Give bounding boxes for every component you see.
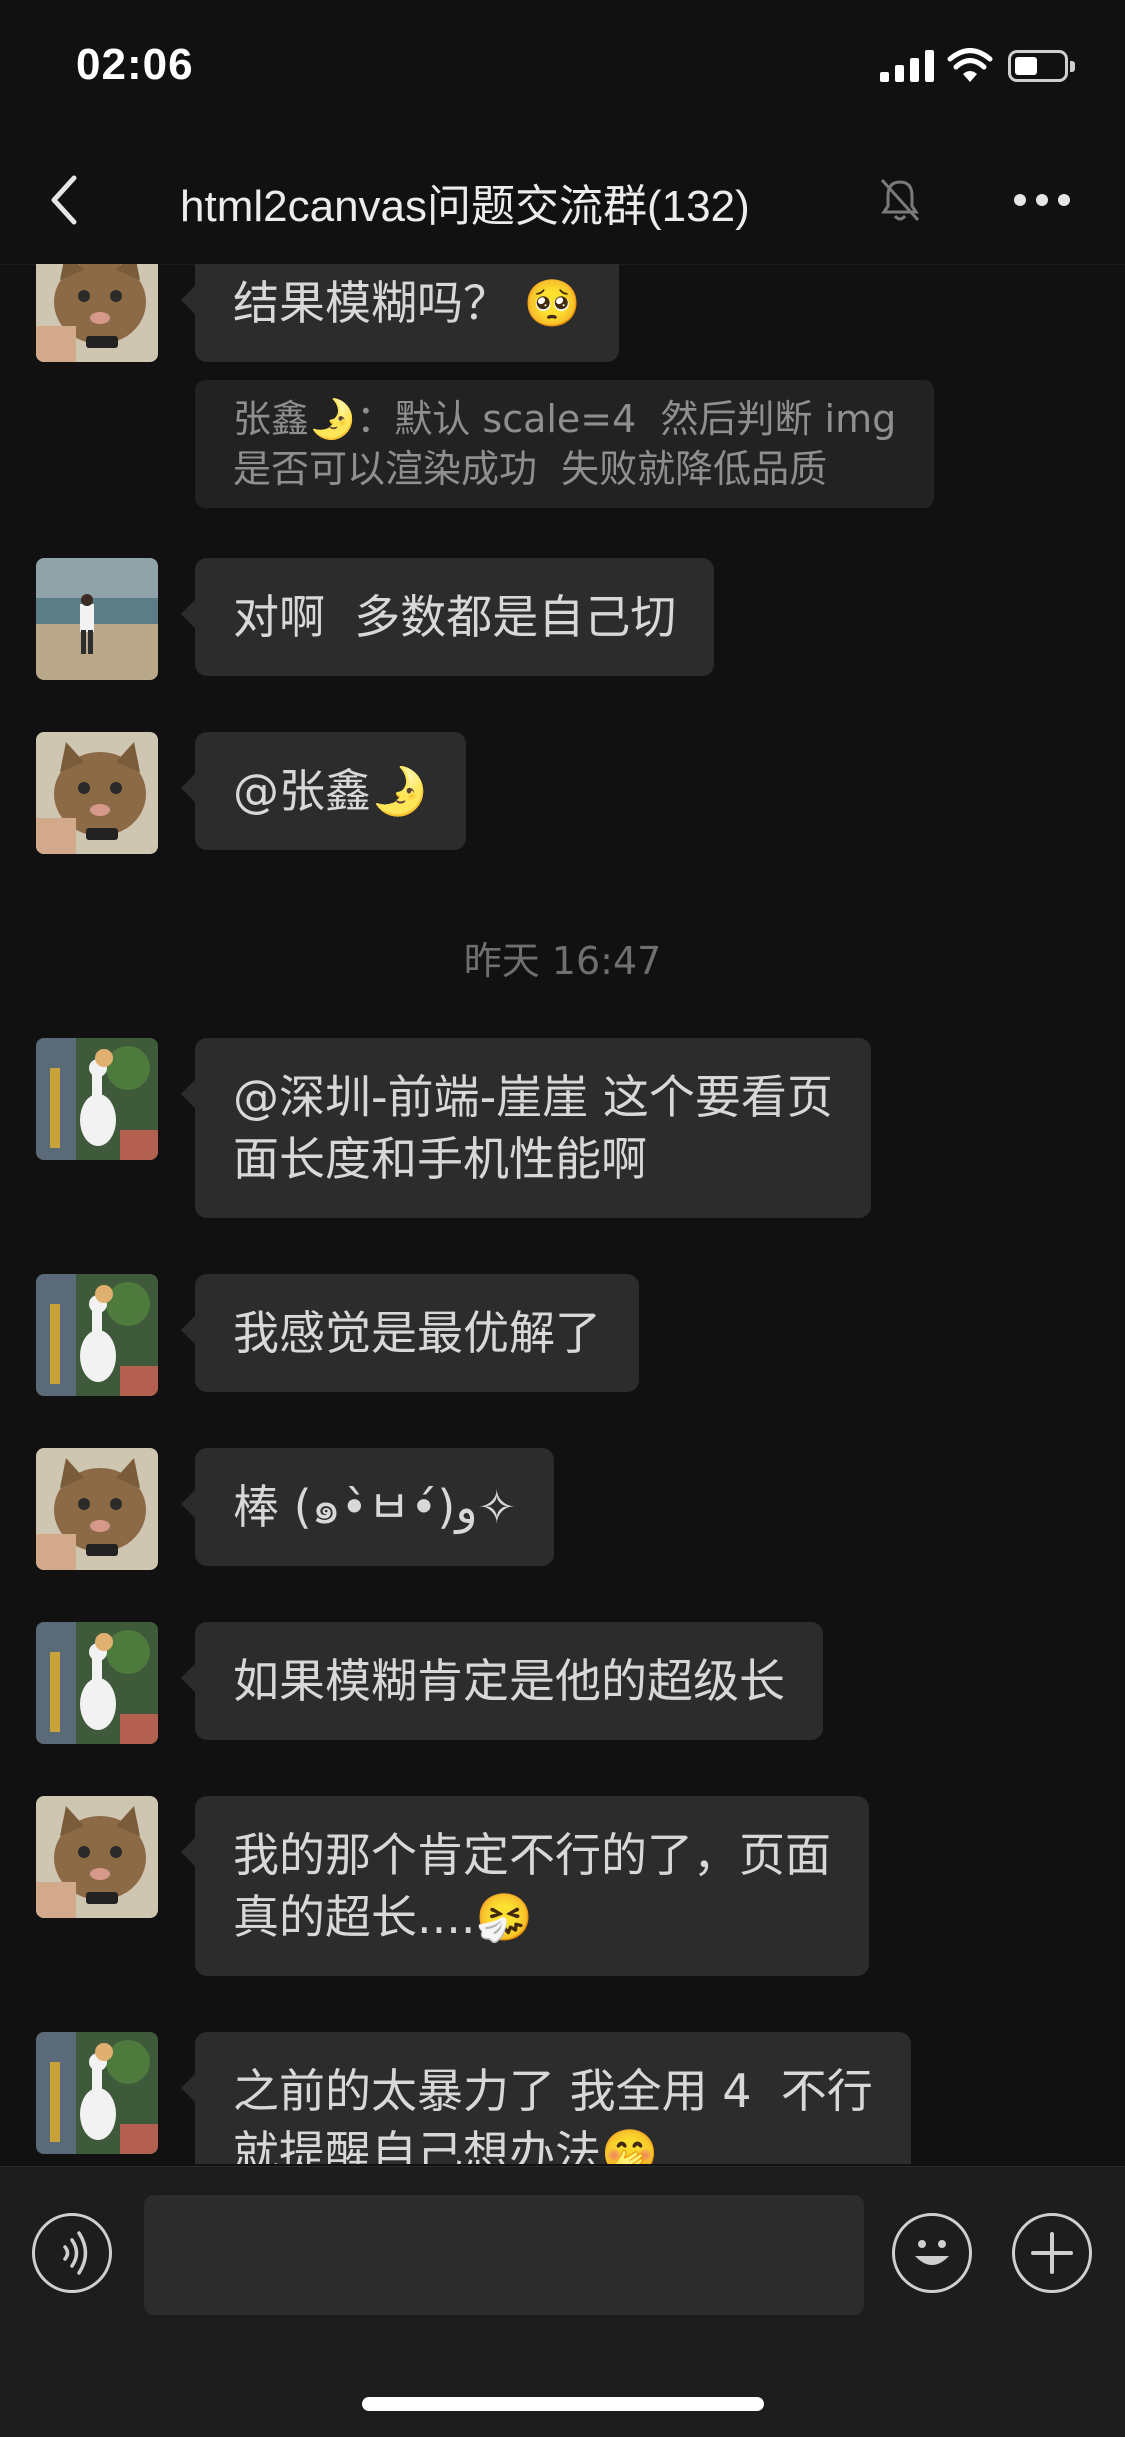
avatar[interactable] — [36, 2032, 158, 2154]
avatar[interactable] — [36, 264, 158, 362]
avatar[interactable] — [36, 558, 158, 680]
message-bubble[interactable]: 之前的太暴力了 我全用 4 不行 就提醒自己想办法🤭 — [181, 2032, 911, 2164]
quoted-reply[interactable]: 张鑫🌛：默认 scale=4 然后判断 img 是否可以渲染成功 失败就降低品质 — [195, 380, 935, 508]
message-bubble[interactable]: 结果模糊吗？ 🥺 — [181, 264, 619, 362]
chat-title: html2canvas问题交流群(132) — [180, 182, 750, 231]
avatar[interactable] — [36, 732, 158, 854]
status-bar: 02:06 — [0, 0, 1125, 140]
back-chevron-icon[interactable] — [44, 170, 84, 230]
avatar[interactable] — [36, 1448, 158, 1570]
goose-avatar-icon — [36, 1622, 158, 1744]
battery-icon — [1008, 50, 1075, 82]
message-bubble[interactable]: 对啊 多数都是自己切 — [180, 558, 715, 676]
message-bubble[interactable]: 如果模糊肯定是他的超级长 — [181, 1622, 823, 1740]
plus-icon — [1031, 2232, 1073, 2274]
cellular-signal-icon — [880, 50, 934, 82]
voice-icon — [63, 2231, 88, 2275]
more-attachments-button[interactable] — [1012, 2213, 1092, 2293]
message-bubble[interactable]: 我的那个肯定不行的了，页面 真的超长....🤧 — [181, 1796, 869, 1976]
chat-header: html2canvas问题交流群(132) — [0, 140, 1125, 265]
avatar[interactable] — [36, 1038, 158, 1160]
status-time: 02:06 — [76, 40, 194, 89]
message-input[interactable] — [144, 2195, 864, 2315]
message-bubble[interactable]: 我感觉是最优解了 — [181, 1274, 639, 1392]
voice-input-button[interactable] — [32, 2213, 112, 2293]
muted-bell-icon — [880, 178, 920, 222]
message-list[interactable]: 结果模糊吗？ 🥺 张鑫🌛：默认 scale=4 然后判断 img 是否可以渲染成… — [0, 264, 1125, 2164]
wifi-icon — [947, 48, 993, 82]
avatar[interactable] — [36, 1622, 158, 1744]
message-bubble[interactable]: 棒 (๑•̀ㅂ•́)و✧ — [180, 1448, 555, 1566]
home-indicator[interactable] — [362, 2397, 764, 2411]
goose-avatar-icon — [36, 1038, 158, 1160]
cat-avatar-icon — [36, 732, 158, 854]
cat-avatar-icon — [36, 1796, 158, 1918]
goose-avatar-icon — [36, 1274, 158, 1396]
timestamp-divider: 昨天 16:47 — [463, 939, 662, 983]
cat-avatar-icon — [36, 1448, 158, 1570]
avatar[interactable] — [36, 1274, 158, 1396]
beach-avatar-icon — [36, 558, 158, 680]
emoji-button[interactable] — [892, 2213, 972, 2293]
goose-avatar-icon — [36, 2032, 158, 2154]
cat-avatar-icon — [36, 264, 158, 362]
message-bubble[interactable]: @深圳-前端-崖崖 这个要看页 面长度和手机性能啊 — [181, 1038, 871, 1218]
avatar[interactable] — [36, 1796, 158, 1918]
more-options-icon[interactable] — [1012, 192, 1072, 208]
smiley-icon — [915, 2240, 949, 2265]
message-bubble[interactable]: @张鑫🌛 — [180, 732, 467, 850]
